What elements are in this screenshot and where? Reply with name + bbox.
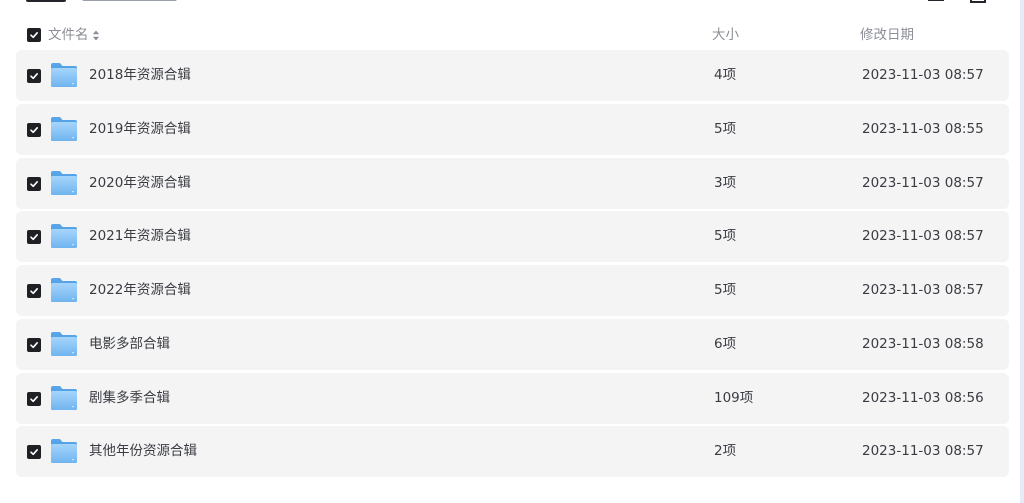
checkmark-icon <box>30 395 38 402</box>
file-modified-date: 2023-11-03 08:57 <box>862 443 984 460</box>
folder-icon <box>51 331 77 356</box>
file-list: 2018年资源合辑 4项 2023-11-03 08:57 2019年资源合辑 <box>16 50 1009 480</box>
file-size: 5项 <box>714 282 737 298</box>
column-header-name[interactable]: 文件名 <box>48 25 89 45</box>
file-modified-date: 2023-11-03 08:57 <box>862 67 984 83</box>
row-checkbox[interactable] <box>27 337 41 352</box>
checkmark-icon <box>30 288 38 295</box>
folder-icon <box>51 439 77 464</box>
file-size: 6项 <box>714 335 737 352</box>
file-modified-date: 2023-11-03 08:58 <box>862 335 984 352</box>
file-row[interactable]: 剧集多季合辑 109项 2023-11-03 08:56 <box>16 372 1009 424</box>
file-row[interactable]: 2021年资源合辑 5项 2023-11-03 08:57 <box>16 211 1009 263</box>
column-header-date[interactable]: 修改日期 <box>860 25 914 45</box>
row-checkbox[interactable] <box>27 284 41 298</box>
checkmark-icon <box>30 234 38 241</box>
row-checkbox[interactable] <box>27 176 41 191</box>
top-toolbar-clipped <box>0 0 1024 8</box>
file-size: 4项 <box>714 67 737 83</box>
folder-icon <box>51 278 77 302</box>
file-row[interactable]: 电影多部合辑 6项 2023-11-03 08:58 <box>16 318 1009 370</box>
checkmark-icon <box>30 31 38 39</box>
file-size: 5项 <box>714 120 737 137</box>
file-name[interactable]: 2020年资源合辑 <box>89 158 191 209</box>
file-modified-date: 2023-11-03 08:57 <box>862 282 984 298</box>
file-list-header: 文件名 大小 修改日期 <box>26 25 1006 45</box>
folder-icon <box>51 224 77 249</box>
file-name[interactable]: 其他年份资源合辑 <box>89 426 197 477</box>
file-modified-date: 2023-11-03 08:55 <box>862 120 984 137</box>
file-modified-date: 2023-11-03 08:57 <box>862 174 984 191</box>
file-row[interactable]: 2018年资源合辑 4项 2023-11-03 08:57 <box>16 50 1009 101</box>
folder-icon <box>51 170 77 195</box>
checkmark-icon <box>30 341 38 348</box>
file-name[interactable]: 电影多部合辑 <box>89 319 170 370</box>
checkmark-icon <box>30 180 38 187</box>
file-row[interactable]: 2022年资源合辑 5项 2023-11-03 08:57 <box>16 265 1009 316</box>
file-row[interactable]: 2019年资源合辑 5项 2023-11-03 08:55 <box>16 103 1009 155</box>
file-name[interactable]: 2019年资源合辑 <box>89 104 191 155</box>
folder-icon <box>51 385 77 410</box>
file-name[interactable]: 剧集多季合辑 <box>89 373 170 424</box>
grid-view-icon[interactable] <box>970 0 986 3</box>
file-size: 2项 <box>714 443 737 460</box>
file-name[interactable]: 2021年资源合辑 <box>89 211 191 262</box>
row-checkbox[interactable] <box>27 69 41 83</box>
clipped-subtitle <box>82 0 177 1</box>
sort-icon[interactable] <box>92 30 100 41</box>
checkmark-icon <box>30 73 38 80</box>
file-modified-date: 2023-11-03 08:57 <box>862 228 984 245</box>
file-size: 3项 <box>714 174 737 191</box>
checkmark-icon <box>30 449 38 456</box>
panel-edge <box>1020 0 1024 503</box>
column-header-size[interactable]: 大小 <box>712 25 739 45</box>
select-all-checkbox[interactable] <box>27 28 41 42</box>
sort-toggle-icon[interactable] <box>928 0 944 1</box>
file-size: 109项 <box>714 389 754 406</box>
file-row[interactable]: 其他年份资源合辑 2项 2023-11-03 08:57 <box>16 426 1009 478</box>
clipped-title <box>26 0 66 2</box>
file-size: 5项 <box>714 228 737 245</box>
folder-icon <box>51 116 77 141</box>
checkmark-icon <box>30 126 38 133</box>
row-checkbox[interactable] <box>27 122 41 137</box>
folder-icon <box>51 63 77 87</box>
row-checkbox[interactable] <box>27 230 41 245</box>
file-name[interactable]: 2022年资源合辑 <box>89 265 191 316</box>
file-modified-date: 2023-11-03 08:56 <box>862 389 984 406</box>
file-name[interactable]: 2018年资源合辑 <box>89 50 191 101</box>
row-checkbox[interactable] <box>27 391 41 406</box>
row-checkbox[interactable] <box>27 445 41 460</box>
file-row[interactable]: 2020年资源合辑 3项 2023-11-03 08:57 <box>16 157 1009 209</box>
